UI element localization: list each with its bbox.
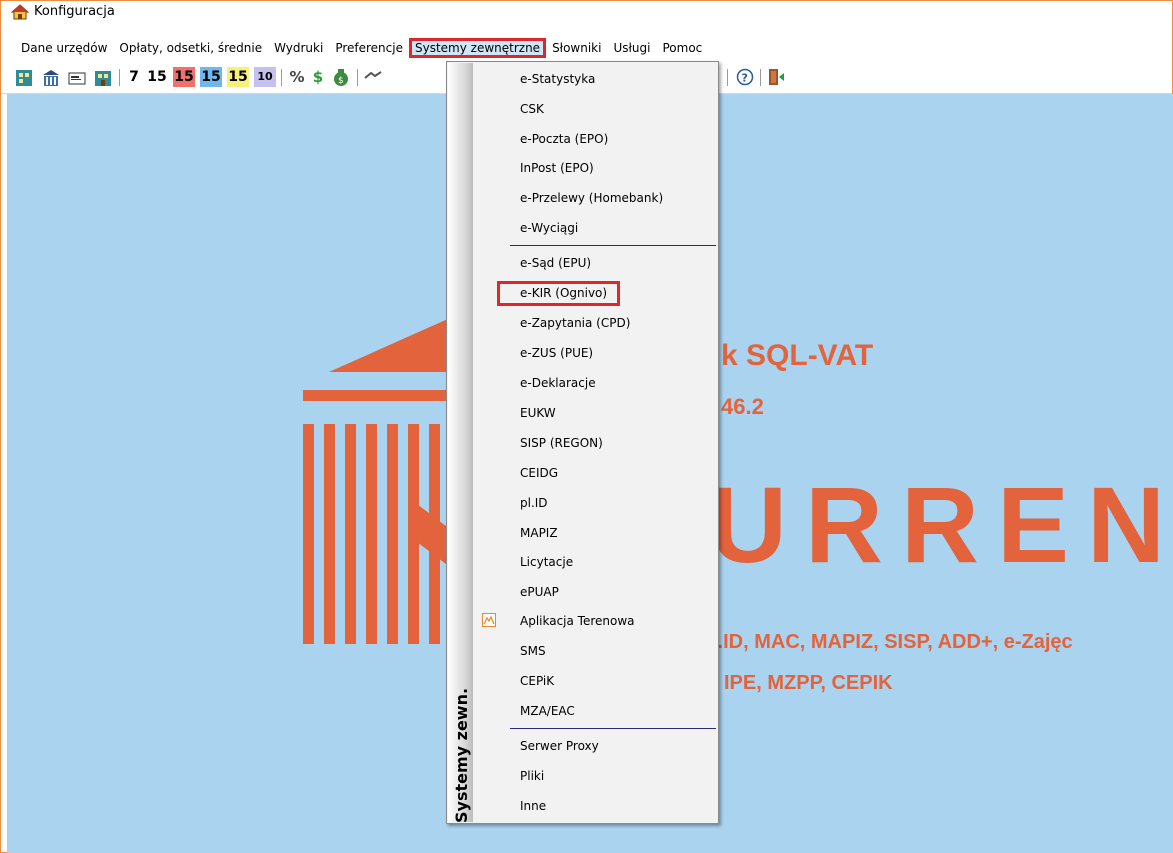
- menu-item-sms[interactable]: SMS: [520, 643, 546, 659]
- bank-icon[interactable]: [43, 70, 59, 86]
- toolbar-15-yellow-button[interactable]: 15: [227, 67, 249, 87]
- menu-item-e-poczta[interactable]: e-Poczta (EPO): [520, 131, 608, 147]
- house-icon: [11, 4, 29, 20]
- menu-item-sisp[interactable]: SISP (REGON): [520, 435, 603, 451]
- product-version: 46.2: [721, 394, 764, 419]
- menu-dane-urzedow[interactable]: Dane urzędów: [15, 38, 113, 58]
- toolbar-10-button[interactable]: 10: [254, 67, 276, 87]
- toolbar-15-button[interactable]: 15: [146, 67, 168, 87]
- menu-wydruki[interactable]: Wydruki: [268, 38, 329, 58]
- menu-item-e-zapytania[interactable]: e-Zapytania (CPD): [520, 315, 630, 331]
- menu-item-e-kir[interactable]: e-KIR (Ognivo): [520, 285, 607, 301]
- menu-item-inne[interactable]: Inne: [520, 798, 546, 814]
- window-title: Konfiguracja: [34, 4, 115, 19]
- handshake-icon[interactable]: [363, 68, 383, 86]
- toolbar-15-red-button[interactable]: 15: [173, 67, 195, 87]
- toolbar-separator: [760, 69, 761, 86]
- office-icon[interactable]: [95, 71, 111, 86]
- menu-uslugi[interactable]: Usługi: [607, 38, 656, 58]
- toolbar-15-blue-button[interactable]: 15: [200, 67, 222, 87]
- svg-text:?: ?: [742, 72, 748, 85]
- menu-systemy-zewnetrzne[interactable]: Systemy zewnętrzne: [408, 38, 547, 58]
- dollar-icon[interactable]: $: [311, 67, 325, 87]
- menu-strip-label: Systemy zewn.: [452, 687, 471, 823]
- menu-item-e-zus[interactable]: e-ZUS (PUE): [520, 345, 593, 361]
- menu-bar: Dane urzędów Opłaty, odsetki, średnie Wy…: [1, 38, 1172, 60]
- modules-line-1: l.ID, MAC, MAPIZ, SISP, ADD+, e-Zajęc: [712, 631, 1073, 653]
- menu-item-e-wyciagi[interactable]: e-Wyciągi: [520, 220, 578, 236]
- brand-logo-text: URREN: [709, 464, 1173, 585]
- menu-item-licytacje[interactable]: Licytacje: [520, 554, 573, 570]
- menu-item-csk[interactable]: CSK: [520, 101, 544, 117]
- toolbar-separator: [281, 69, 282, 86]
- money-bag-icon[interactable]: $: [331, 67, 353, 87]
- toolbar-separator: [727, 69, 728, 86]
- exit-door-icon[interactable]: [767, 68, 785, 86]
- menu-item-e-statystyka[interactable]: e-Statystyka: [520, 71, 595, 87]
- menu-item-mza-eac[interactable]: MZA/EAC: [520, 703, 575, 719]
- menu-item-inpost[interactable]: InPost (EPO): [520, 160, 594, 176]
- menu-item-pl-id[interactable]: pl.ID: [520, 495, 548, 511]
- percent-icon[interactable]: %: [288, 67, 306, 87]
- menu-item-epuap[interactable]: ePUAP: [520, 584, 559, 600]
- menu-oplaty[interactable]: Opłaty, odsetki, średnie: [113, 38, 268, 58]
- app-window: Konfiguracja Dane urzędów Opłaty, odsetk…: [0, 0, 1173, 853]
- menu-item-eukw[interactable]: EUKW: [520, 405, 556, 421]
- menu-item-serwer-proxy[interactable]: Serwer Proxy: [520, 738, 599, 754]
- menu-item-e-przelewy[interactable]: e-Przelewy (Homebank): [520, 190, 663, 206]
- building-icon[interactable]: [16, 70, 32, 86]
- menu-item-e-sad[interactable]: e-Sąd (EPU): [520, 255, 591, 271]
- menu-preferencje[interactable]: Preferencje: [329, 38, 409, 58]
- svg-text:$: $: [338, 76, 344, 86]
- menu-item-ceidg[interactable]: CEIDG: [520, 465, 558, 481]
- title-bar: Konfiguracja: [1, 1, 1172, 23]
- menu-item-mapiz[interactable]: MAPIZ: [520, 525, 558, 541]
- modules-line-2: IPE, MZPP, CEPIK: [724, 672, 893, 694]
- menu-slowniki[interactable]: Słowniki: [546, 38, 607, 58]
- toolbar-7-button[interactable]: 7: [128, 67, 140, 87]
- menu-item-cepik[interactable]: CEPiK: [520, 673, 554, 689]
- systemy-zewnetrzne-dropdown: Systemy zewn. e-Statystyka CSK e-Poczta …: [446, 61, 719, 824]
- mountain-icon: [482, 613, 496, 627]
- card-icon[interactable]: [68, 72, 86, 85]
- toolbar-separator: [357, 69, 358, 86]
- menu-side-strip: Systemy zewn.: [448, 63, 473, 823]
- product-title: k SQL-VAT: [721, 339, 874, 372]
- toolbar-separator: [119, 69, 120, 86]
- menu-icon-column: [474, 63, 502, 822]
- menu-separator: [510, 728, 716, 729]
- menu-pomoc[interactable]: Pomoc: [656, 38, 708, 58]
- menu-item-e-deklaracje[interactable]: e-Deklaracje: [520, 375, 596, 391]
- menu-item-aplikacja-terenowa[interactable]: Aplikacja Terenowa: [520, 613, 635, 629]
- menu-separator: [510, 245, 716, 246]
- menu-item-pliki[interactable]: Pliki: [520, 768, 544, 784]
- help-icon[interactable]: ?: [736, 68, 754, 86]
